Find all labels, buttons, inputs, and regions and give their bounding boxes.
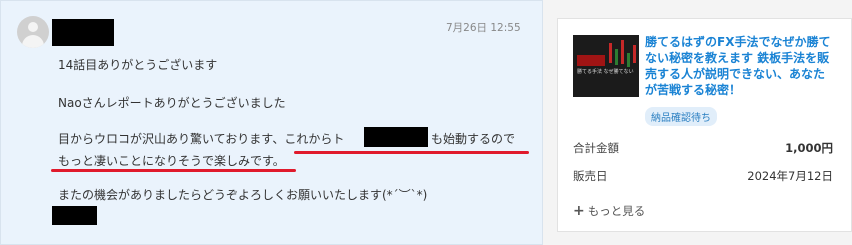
message-line-3b: も始動するので <box>431 132 516 146</box>
column-bottom-margin <box>557 232 852 245</box>
redacted-username <box>52 19 114 46</box>
product-thumbnail[interactable]: 勝てる手法 なぜ勝てない <box>573 35 639 97</box>
thumbnail-text: 勝てる手法 なぜ勝てない <box>577 69 634 75</box>
message-timestamp: 7月26日 12:55 <box>446 22 521 34</box>
total-label: 合計金額 <box>573 141 619 155</box>
status-badge: 納品確認待ち <box>645 107 717 126</box>
user-avatar-icon[interactable] <box>17 16 49 48</box>
message-line-3a: 目からウロコが沢山あり驚いております、これからト <box>58 132 345 146</box>
product-title-link[interactable]: 勝てるはずのFX手法でなぜか勝てない秘密を教えます 鉄板手法を販売する人が説明で… <box>645 34 835 98</box>
red-underline-1 <box>294 151 529 154</box>
show-more-label: もっと見る <box>587 204 646 218</box>
plus-icon: + <box>573 203 585 219</box>
message-line-1: 14話目ありがとうございます <box>58 58 218 72</box>
redacted-text <box>364 127 428 147</box>
show-more-button[interactable]: + もっと見る <box>573 203 645 219</box>
column-gap <box>543 0 557 245</box>
message-line-4: もっと凄いことになりそうで楽しみです。 <box>58 154 285 168</box>
sale-date-label: 販売日 <box>573 169 608 183</box>
message-line-2: Naoさんレポートありがとうございました <box>58 96 286 110</box>
message-panel: 7月26日 12:55 14話目ありがとうございます Naoさんレポートありがと… <box>0 0 543 245</box>
sale-date-value: 2024年7月12日 <box>747 169 833 183</box>
red-underline-2 <box>51 169 296 172</box>
total-value: 1,000円 <box>785 141 833 155</box>
redacted-signature <box>52 206 97 225</box>
column-top-margin <box>557 0 852 18</box>
message-line-5: またの機会がありましたらどうぞよろしくお願いいたします(*´︶`*) <box>58 188 428 202</box>
